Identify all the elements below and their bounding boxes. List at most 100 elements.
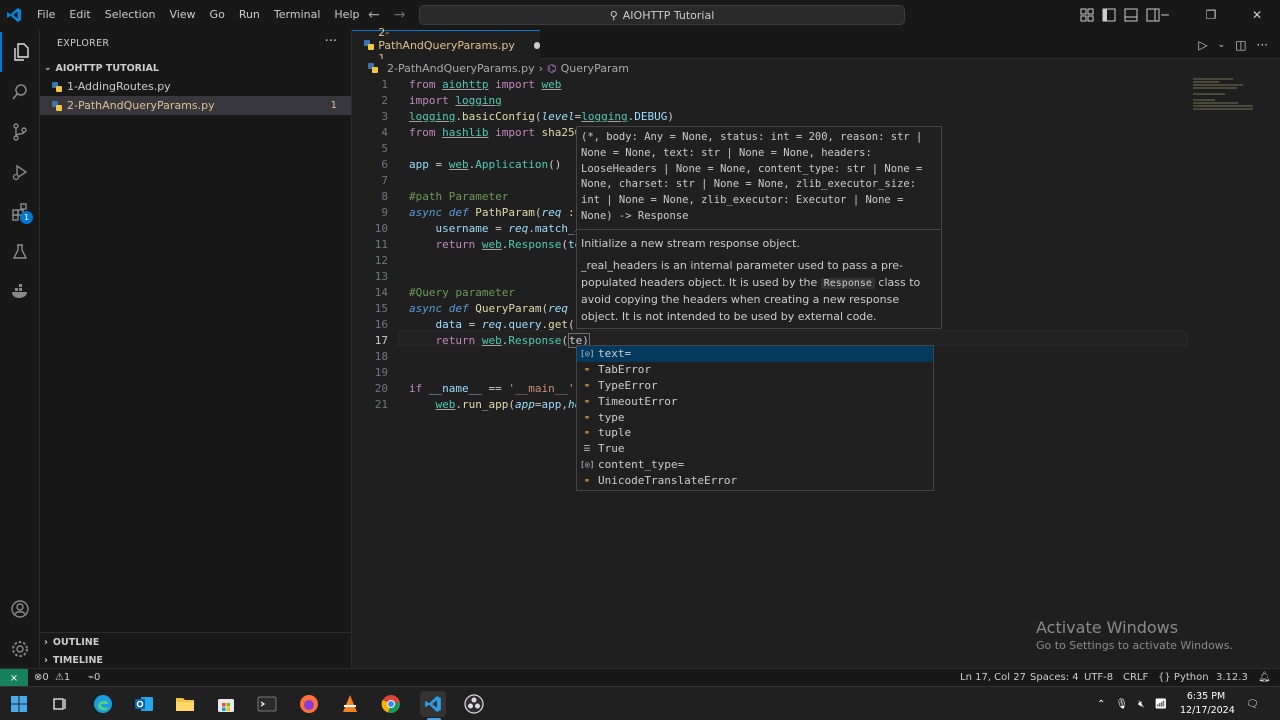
run-debug-icon[interactable] [0, 152, 40, 192]
toggle-primary-sidebar-icon[interactable] [1102, 8, 1116, 22]
folder-header[interactable]: ⌄ AIOHTTP TUTORIAL [40, 59, 351, 77]
class-icon: ⚭ [583, 396, 591, 406]
taskbar-clock[interactable]: 6:35 PM 12/17/2024 [1180, 690, 1235, 718]
suggestion-item[interactable]: ⚭ TabError [577, 362, 933, 378]
wifi-icon[interactable]: 📶︎ [1154, 699, 1167, 710]
volume-muted-icon[interactable]: 🔇︎ [1138, 699, 1144, 710]
cursor-position[interactable]: Ln 17, Col 27 [960, 669, 1026, 687]
notifications-bell-icon[interactable]: 🔔︎ [1258, 669, 1271, 687]
testing-icon[interactable] [0, 232, 40, 272]
more-actions-icon[interactable]: ··· [1257, 38, 1268, 52]
python-version[interactable]: 3.12.3 [1216, 669, 1248, 687]
windows-start-icon[interactable] [6, 691, 32, 717]
breadcrumb-file[interactable]: 2-PathAndQueryParams.py [387, 62, 535, 75]
terminal-icon[interactable] [254, 691, 280, 717]
suggestion-item[interactable]: ⚭ tuple [577, 425, 933, 441]
microphone-icon[interactable]: 🎙︎ [1115, 699, 1128, 710]
suggestion-item[interactable]: ⚭ type [577, 409, 933, 425]
file-item-adding-routes[interactable]: 1-AddingRoutes.py [40, 77, 351, 96]
outlook-icon[interactable] [131, 691, 157, 717]
indentation[interactable]: Spaces: 4 [1030, 669, 1079, 687]
toggle-panel-icon[interactable] [1124, 8, 1138, 22]
menu-terminal[interactable]: Terminal [267, 0, 328, 30]
code-line-20: if __name__ == '__main__': [409, 382, 581, 395]
sidebar-bottom-panels: › OUTLINE › TIMELINE [40, 632, 352, 668]
more-actions-icon[interactable]: ··· [325, 34, 337, 49]
ports-indicator[interactable]: ⌁0 [88, 669, 100, 687]
end-of-line[interactable]: CRLF [1123, 669, 1148, 687]
minimap[interactable] [1193, 77, 1273, 117]
hover-documentation: Initialize a new stream response object.… [577, 230, 941, 337]
line-number: 1 [381, 78, 388, 91]
extensions-icon[interactable]: 1 [0, 192, 40, 232]
menu-run[interactable]: Run [232, 0, 267, 30]
code-line-2: import logging [409, 94, 502, 107]
menu-view[interactable]: View [162, 0, 202, 30]
command-center[interactable]: ⚲ AIOHTTP Tutorial [419, 5, 905, 25]
hover-doc-code: Response [820, 277, 875, 289]
edge-browser-icon[interactable] [90, 691, 116, 717]
file-explorer-icon[interactable] [172, 691, 198, 717]
menu-file[interactable]: File [30, 0, 62, 30]
menu-help[interactable]: Help [327, 0, 366, 30]
windows-taskbar: ⌃ 🎙︎ 🔇︎ 📶︎ 6:35 PM 12/17/2024 🗨︎ [0, 686, 1280, 720]
vscode-taskbar-icon[interactable] [420, 691, 446, 717]
variable-icon: [◎] [580, 349, 595, 359]
notification-center-icon[interactable]: 🗨︎ [1246, 687, 1259, 720]
code-line-6: app = web.Application() [409, 158, 562, 171]
tray-overflow-chevron-icon[interactable]: ⌃ [1097, 699, 1105, 710]
firefox-icon[interactable] [296, 691, 322, 717]
minimize-icon[interactable]: ─ [1142, 0, 1188, 30]
file-item-path-query-params[interactable]: 2-PathAndQueryParams.py 1 [40, 96, 351, 115]
problems-indicator[interactable]: ⊗0 ⚠1 [34, 669, 70, 687]
code-line-1: from aiohttp import web [409, 78, 562, 91]
task-view-icon[interactable] [47, 691, 73, 717]
outline-section[interactable]: › OUTLINE [44, 633, 99, 651]
line-number: 19 [374, 366, 388, 379]
run-python-file-icon[interactable]: ▷ [1198, 38, 1207, 52]
suggestion-item[interactable]: [◎] text= [577, 346, 933, 362]
obs-recorder-icon[interactable] [461, 691, 487, 717]
suggestion-item[interactable]: ☰ True [577, 441, 933, 457]
explorer-icon[interactable] [0, 32, 40, 72]
forward-arrow-icon[interactable]: → [394, 7, 406, 23]
suggestion-item[interactable]: ⚭ TimeoutError [577, 393, 933, 409]
timeline-section[interactable]: › TIMELINE [44, 651, 103, 669]
docker-icon[interactable] [0, 272, 40, 312]
remote-indicator-icon[interactable]: ⨯ [0, 669, 28, 687]
variable-icon: [◎] [580, 459, 595, 469]
language-label: Python [1173, 672, 1209, 683]
suggestion-item[interactable]: [◎] content_type= [577, 457, 933, 473]
back-arrow-icon[interactable]: ← [368, 7, 380, 23]
menu-edit[interactable]: Edit [62, 0, 97, 30]
warning-icon: ⚠ [54, 672, 64, 683]
menu-selection[interactable]: Selection [98, 0, 163, 30]
manage-gear-icon[interactable] [0, 629, 40, 669]
menu-go[interactable]: Go [203, 0, 232, 30]
encoding[interactable]: UTF-8 [1084, 669, 1113, 687]
vlc-icon[interactable] [337, 691, 363, 717]
activity-bar: 1 [0, 30, 40, 668]
maximize-icon[interactable]: ❐ [1188, 0, 1234, 30]
chrome-icon[interactable] [378, 691, 404, 717]
tab-path-query-params[interactable]: 2-PathAndQueryParams.py 1 [352, 26, 540, 65]
microsoft-store-icon[interactable] [213, 691, 239, 717]
run-dropdown-chevron-icon[interactable]: ⌄ [1218, 40, 1226, 50]
customize-layout-icon[interactable] [1080, 8, 1094, 22]
line-number-current: 17 [374, 334, 388, 347]
search-icon[interactable] [0, 72, 40, 112]
error-count: 0 [42, 672, 49, 683]
accounts-icon[interactable] [0, 589, 40, 629]
language-mode[interactable]: {} Python [1158, 669, 1209, 687]
suggestion-item[interactable]: ⚭ TypeError [577, 378, 933, 394]
line-number: 13 [374, 270, 388, 283]
source-control-icon[interactable] [0, 112, 40, 152]
folder-name: AIOHTTP TUTORIAL [55, 62, 159, 74]
suggestion-item[interactable]: ⚭ UnicodeTranslateError [577, 472, 933, 488]
vertical-scrollbar[interactable] [1266, 77, 1280, 668]
close-icon[interactable]: ✕ [1234, 0, 1280, 30]
unsaved-dot-icon[interactable] [533, 41, 540, 49]
breadcrumb-symbol[interactable]: QueryParam [561, 62, 629, 75]
code-line-14: #Query parameter [409, 286, 515, 299]
split-editor-icon[interactable]: ◫ [1235, 38, 1246, 52]
